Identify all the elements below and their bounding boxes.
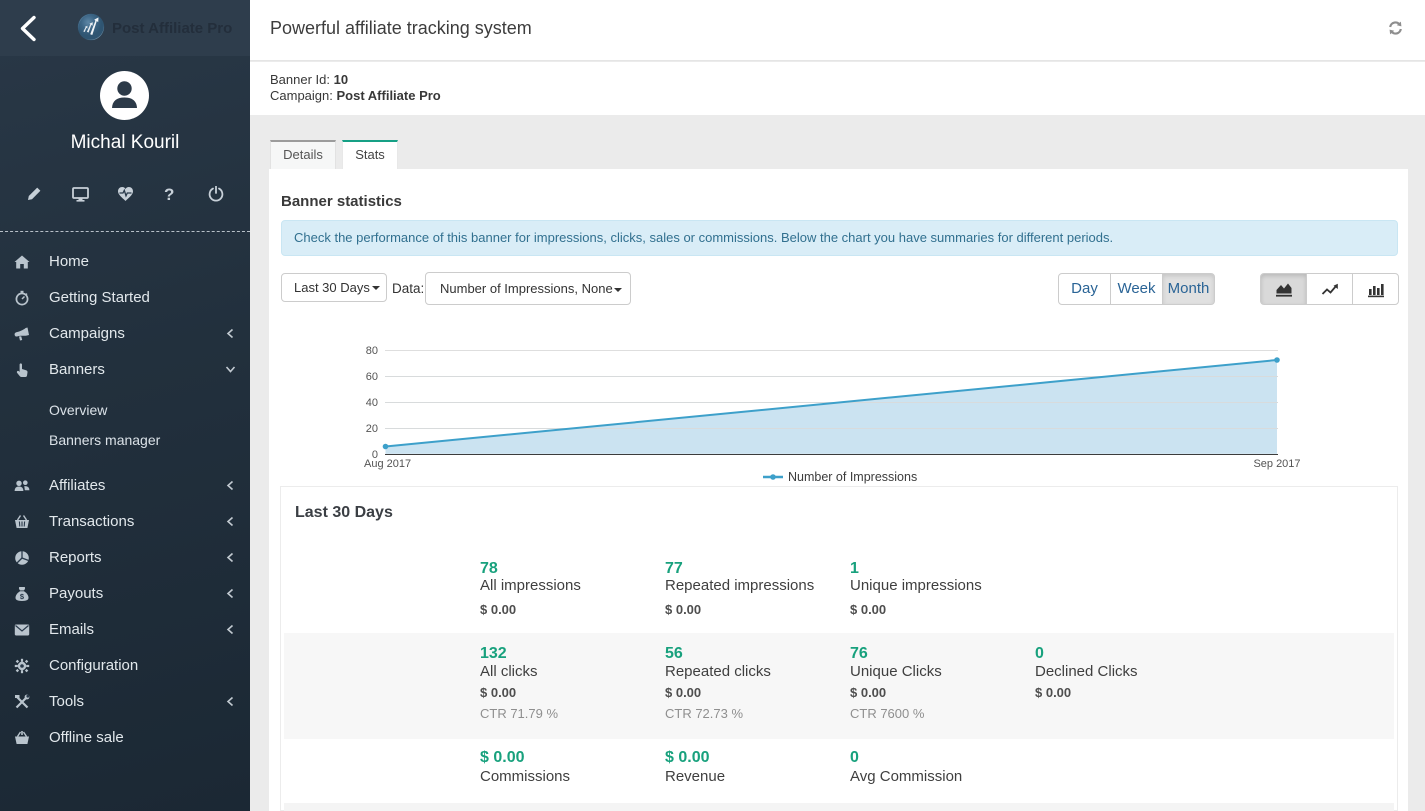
svg-text:20: 20 xyxy=(366,423,378,435)
svg-text:Aug 2017: Aug 2017 xyxy=(364,458,411,470)
svg-text:40: 40 xyxy=(366,397,378,409)
svg-text:Sep 2017: Sep 2017 xyxy=(1253,458,1300,470)
svg-text:80: 80 xyxy=(366,345,378,357)
svg-text:60: 60 xyxy=(366,371,378,383)
